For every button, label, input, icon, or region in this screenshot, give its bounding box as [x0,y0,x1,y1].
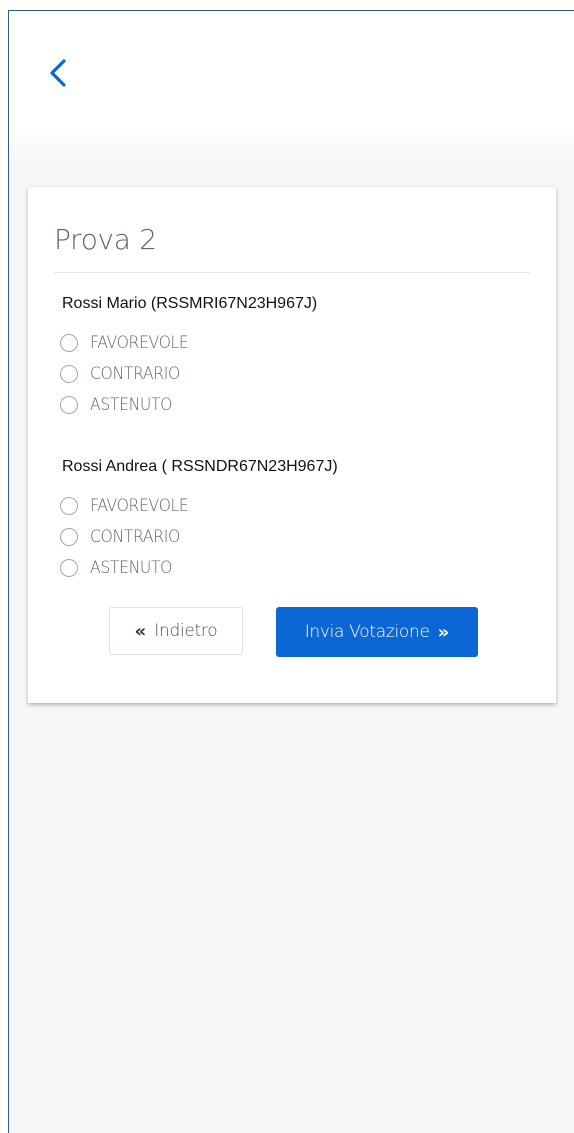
option-label: CONTRARIO [90,526,180,547]
back-nav-label: Indietro [154,621,218,641]
radio-button[interactable] [60,333,78,352]
double-chevron-right-icon: » [437,621,450,643]
chevron-left-icon [50,59,66,87]
option-astenuto[interactable]: ASTENUTO [60,552,338,583]
submit-vote-label: Invia Votazione [304,622,430,642]
voter-name: Rossi Mario (RSSMRI67N23H967J) [62,295,318,312]
submit-vote-button[interactable]: Invia Votazione » [276,607,478,657]
voter-block-2: Rossi Andrea ( RSSNDR67N23H967J) FAVOREV… [60,458,338,583]
radio-button[interactable] [60,395,78,414]
option-astenuto[interactable]: ASTENUTO [60,389,317,420]
app-frame: Prova 2 Rossi Mario (RSSMRI67N23H967J) F… [8,10,574,1133]
back-nav-button[interactable]: « Indietro [109,607,243,655]
option-label: FAVOREVOLE [90,332,189,353]
back-button[interactable] [43,55,73,91]
radio-button[interactable] [60,496,78,515]
option-contrario[interactable]: CONTRARIO [60,521,338,552]
option-favorevole[interactable]: FAVOREVOLE [60,490,338,521]
radio-button[interactable] [60,364,78,383]
option-favorevole[interactable]: FAVOREVOLE [60,327,317,358]
option-label: ASTENUTO [90,557,173,578]
option-label: ASTENUTO [90,394,173,415]
top-bar [9,11,574,141]
voting-card: Prova 2 Rossi Mario (RSSMRI67N23H967J) F… [28,187,556,703]
radio-button[interactable] [60,558,78,577]
double-chevron-left-icon: « [134,620,147,642]
option-label: CONTRARIO [90,363,180,384]
option-label: FAVOREVOLE [90,495,189,516]
divider [54,272,530,273]
radio-button[interactable] [60,527,78,546]
card-title: Prova 2 [54,223,157,256]
voter-block-1: Rossi Mario (RSSMRI67N23H967J) FAVOREVOL… [60,295,318,420]
option-contrario[interactable]: CONTRARIO [60,358,317,389]
header-shadow [9,129,574,159]
voter-name: Rossi Andrea ( RSSNDR67N23H967J) [62,458,338,475]
